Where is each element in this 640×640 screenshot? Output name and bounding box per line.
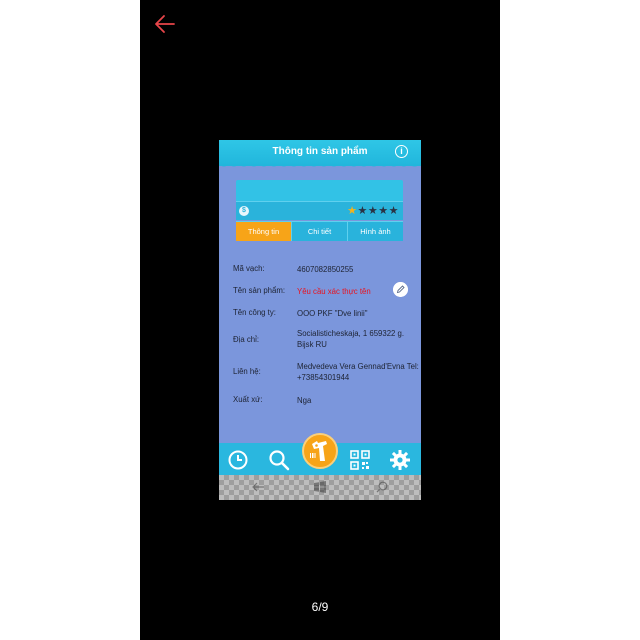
- page-title: Thông tin sản phẩm: [272, 146, 368, 157]
- star-empty-icon[interactable]: ★: [389, 205, 399, 217]
- tab-chi-tiet[interactable]: Chi tiết: [291, 222, 347, 241]
- company-value: OOO PKF "Dve linii": [297, 309, 368, 318]
- settings-icon[interactable]: [389, 449, 411, 471]
- header-wave-decoration: [219, 164, 421, 167]
- phone-screenshot: Thông tin sản phẩm i $ ★★★★★ Thông tin C…: [219, 140, 421, 500]
- field-label: Tên công ty:: [233, 308, 276, 317]
- rating-row: $ ★★★★★: [236, 201, 403, 220]
- qr-code-icon[interactable]: [349, 449, 371, 471]
- star-rating[interactable]: ★★★★★: [347, 204, 399, 217]
- address-value: Socialisticheskaja, 1 659322 g. Bijsk RU: [297, 329, 405, 349]
- field-label: Xuất xứ:: [233, 395, 263, 404]
- field-label: Tên sản phẩm:: [233, 286, 286, 295]
- info-icon[interactable]: i: [395, 145, 408, 158]
- barcode-value: 4607082850255: [297, 265, 354, 274]
- contact-value: Medvedeva Vera Gennad'Evna Tel: +7385430…: [297, 362, 419, 382]
- windows-phone-softkeys: [219, 475, 421, 500]
- product-tabs: Thông tin Chi tiết Hình ảnh: [236, 221, 403, 241]
- softkey-back-icon[interactable]: [251, 481, 265, 493]
- scan-barcode-button[interactable]: [302, 433, 338, 469]
- field-label: Mã vạch:: [233, 264, 265, 273]
- softkey-windows-icon[interactable]: [313, 481, 327, 493]
- product-image-area: [236, 180, 403, 201]
- tab-hinh-anh[interactable]: Hình ảnh: [347, 222, 403, 241]
- origin-value: Nga: [297, 396, 312, 405]
- history-icon[interactable]: [227, 449, 249, 471]
- softkey-search-icon[interactable]: [375, 481, 389, 493]
- tab-thong-tin[interactable]: Thông tin: [236, 222, 291, 241]
- star-empty-icon[interactable]: ★: [368, 205, 378, 217]
- scan-barcode-icon: [310, 441, 327, 461]
- star-empty-icon[interactable]: ★: [358, 205, 368, 217]
- edit-pencil-icon[interactable]: [393, 282, 408, 297]
- search-icon[interactable]: [268, 449, 290, 471]
- product-card: $ ★★★★★ Thông tin Chi tiết Hình ảnh: [236, 180, 403, 242]
- image-page-counter: 6/9: [311, 600, 329, 614]
- star-filled-icon[interactable]: ★: [347, 205, 357, 217]
- field-label: Liên hệ:: [233, 367, 261, 376]
- app-header: Thông tin sản phẩm i: [219, 140, 421, 166]
- image-viewer: Thông tin sản phẩm i $ ★★★★★ Thông tin C…: [140, 0, 500, 640]
- back-arrow-icon[interactable]: [154, 14, 176, 34]
- field-label: Địa chỉ:: [233, 335, 259, 344]
- coin-icon: $: [239, 206, 249, 216]
- star-empty-icon[interactable]: ★: [378, 205, 388, 217]
